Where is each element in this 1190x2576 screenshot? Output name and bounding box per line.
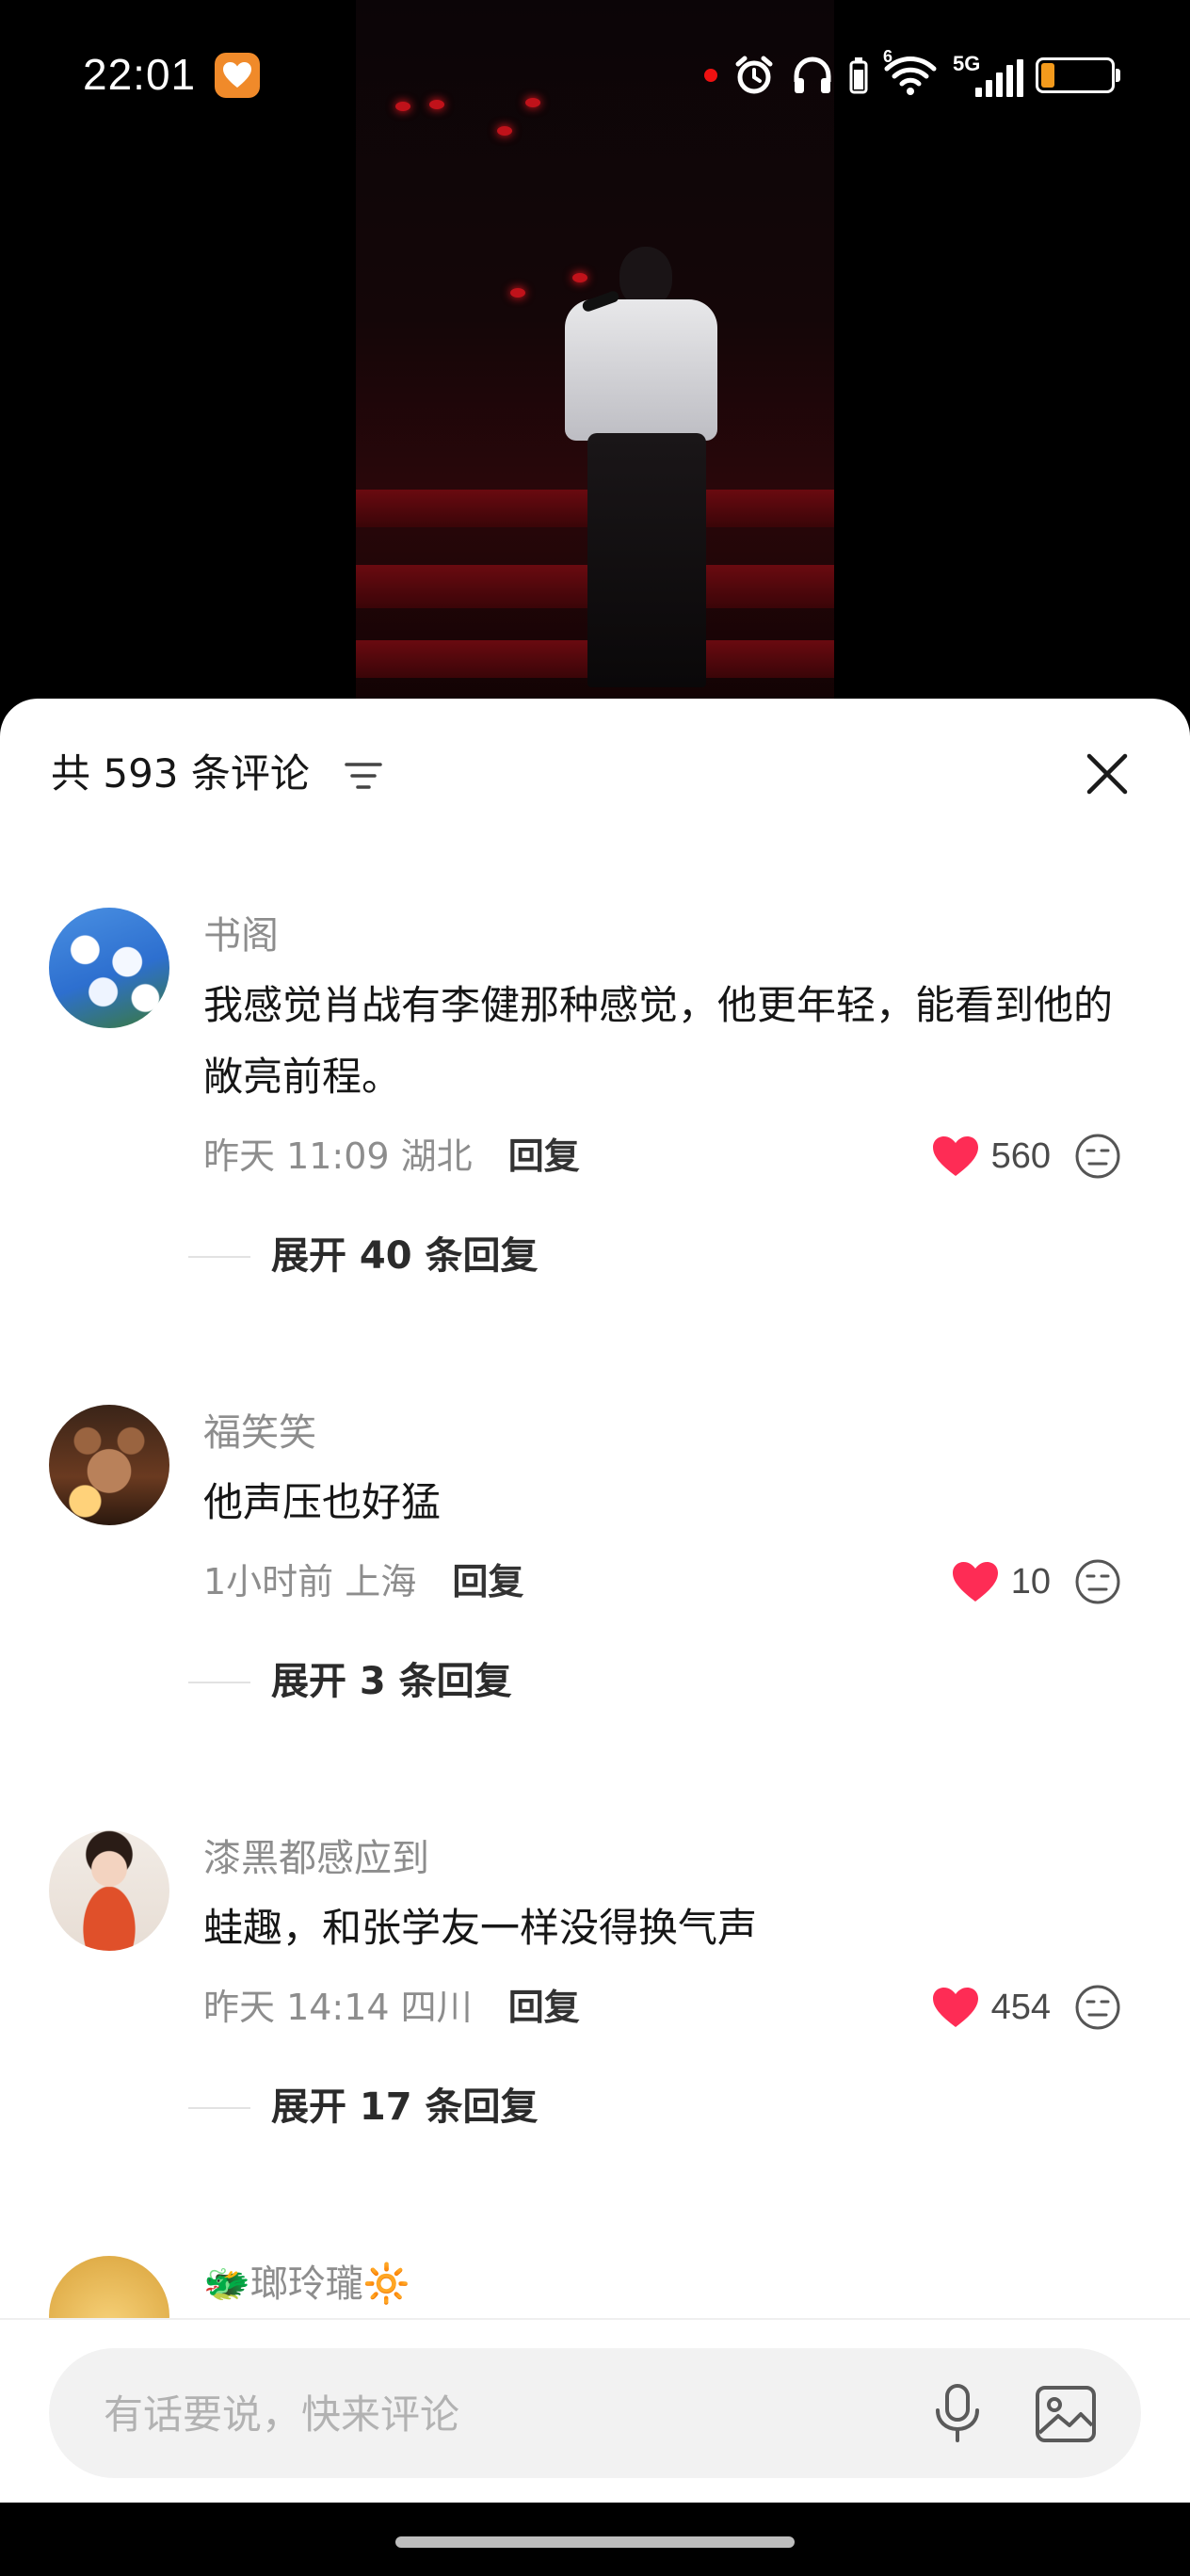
comment-list: 书阁 我感觉肖战有李健那种感觉，他更年轻，能看到他的敞亮前程。 昨天 11:09… <box>0 908 1190 2444</box>
heart-app-icon <box>215 53 260 98</box>
expand-divider <box>188 1256 250 1258</box>
status-time: 22:01 <box>83 50 197 99</box>
comment-text[interactable]: 蛙趣，和张学友一样没得换气声 <box>203 1892 1135 1964</box>
like-button[interactable]: 10 <box>951 1552 1051 1612</box>
expand-replies-button[interactable]: 展开 3 条回复 <box>188 1653 1145 1710</box>
comment-body: 漆黑都感应到 蛙趣，和张学友一样没得换气声 昨天 14:14 四川 回复 454 <box>188 1830 1145 2135</box>
battery-icon <box>1036 57 1120 93</box>
comment-username[interactable]: 🐲瑯玲瓏🔆 <box>203 2260 1145 2309</box>
comment-text[interactable]: 他声压也好猛 <box>203 1467 1135 1538</box>
comment-input[interactable] <box>102 2348 859 2480</box>
comment-meta: 昨天 14:14 四川 回复 454 <box>203 1977 1145 2037</box>
comment-body: 书阁 我感觉肖战有李健那种感觉，他更年轻，能看到他的敞亮前程。 昨天 11:09… <box>188 908 1145 1284</box>
comment-body: 🐲瑯玲瓏🔆 <box>203 2256 1145 2309</box>
emoji-reaction-icon[interactable] <box>1073 1557 1122 1606</box>
like-count: 10 <box>1010 1562 1051 1602</box>
comment-meta: 昨天 11:09 湖北 回复 560 <box>203 1126 1145 1186</box>
emoji-reaction-icon[interactable] <box>1073 1983 1122 2032</box>
close-button[interactable] <box>1073 740 1141 808</box>
status-icons: 6 5G <box>704 48 1120 102</box>
performer-skirt <box>587 433 706 687</box>
heart-icon <box>932 1136 978 1176</box>
battery-fill <box>1041 63 1054 88</box>
home-indicator[interactable] <box>395 2536 795 2548</box>
like-count: 560 <box>990 1136 1051 1176</box>
expand-replies-label: 展开 17 条回复 <box>271 2085 539 2129</box>
comment-meta: 1小时前 上海 回复 10 <box>203 1552 1145 1612</box>
reply-button[interactable]: 回复 <box>508 1977 580 2037</box>
performer-shirt <box>565 299 717 441</box>
status-bar: 22:01 6 5G <box>0 0 1190 151</box>
comment-time-location: 昨天 14:14 四川 <box>203 1987 473 2028</box>
reply-button[interactable]: 回复 <box>508 1126 580 1186</box>
comment-sheet: 共 593 条评论 书阁 我感觉肖战有李健那种感觉，他更年轻，能看到他的敞亮前程… <box>0 699 1190 2503</box>
comment-item: 福笑笑 他声压也好猛 1小时前 上海 回复 10 展开 3 条回复 <box>0 1405 1190 1830</box>
headphones-icon <box>794 56 831 93</box>
alarm-icon <box>735 56 773 94</box>
expand-replies-label: 展开 3 条回复 <box>271 1660 512 1703</box>
expand-replies-label: 展开 40 条回复 <box>271 1234 539 1278</box>
heart-icon <box>952 1562 998 1602</box>
avatar[interactable] <box>49 1830 169 1951</box>
comment-sheet-header: 共 593 条评论 <box>0 699 1190 840</box>
expand-divider <box>188 2107 250 2109</box>
close-icon <box>1086 753 1128 795</box>
comment-item: 书阁 我感觉肖战有李健那种感觉，他更年轻，能看到他的敞亮前程。 昨天 11:09… <box>0 908 1190 1405</box>
avatar[interactable] <box>49 908 169 1028</box>
wifi-icon: 6 <box>883 48 938 97</box>
like-button[interactable]: 560 <box>931 1126 1051 1186</box>
headset-battery-icon <box>849 57 868 94</box>
comment-username[interactable]: 漆黑都感应到 <box>203 1834 1145 1883</box>
image-icon[interactable] <box>1032 2380 1100 2448</box>
comment-text[interactable]: 我感觉肖战有李健那种感觉，他更年轻，能看到他的敞亮前程。 <box>203 970 1135 1113</box>
like-button[interactable]: 454 <box>931 1977 1051 2037</box>
comment-username[interactable]: 福笑笑 <box>203 1409 1145 1457</box>
stage-light <box>572 273 587 282</box>
comment-input-field[interactable] <box>49 2348 1141 2480</box>
comment-body: 福笑笑 他声压也好猛 1小时前 上海 回复 10 展开 3 条回复 <box>188 1405 1145 1710</box>
like-count: 454 <box>990 1988 1051 2027</box>
signal-icon: 5G <box>953 54 1023 97</box>
comment-username[interactable]: 书阁 <box>203 911 1145 960</box>
expand-replies-button[interactable]: 展开 17 条回复 <box>188 2079 1145 2135</box>
signal-bars <box>975 59 1023 97</box>
comment-item: 漆黑都感应到 蛙趣，和张学友一样没得换气声 昨天 14:14 四川 回复 454 <box>0 1830 1190 2256</box>
performer-head <box>619 247 672 307</box>
expand-replies-button[interactable]: 展开 40 条回复 <box>188 1228 1145 1284</box>
stage-light <box>510 288 525 298</box>
sort-icon[interactable] <box>343 757 384 795</box>
avatar[interactable] <box>49 1405 169 1525</box>
reply-button[interactable]: 回复 <box>452 1552 523 1612</box>
comment-time-location: 1小时前 上海 <box>203 1561 417 1602</box>
heart-icon <box>932 1988 978 2027</box>
comment-time-location: 昨天 11:09 湖北 <box>203 1135 473 1177</box>
comment-input-bar <box>0 2318 1190 2503</box>
emoji-reaction-icon[interactable] <box>1073 1132 1122 1181</box>
comment-count-title: 共 593 条评论 <box>51 750 310 797</box>
recording-dot <box>704 69 717 82</box>
wifi-label: 6 <box>883 47 893 66</box>
mic-icon[interactable] <box>925 2380 990 2446</box>
system-nav-bar <box>0 2503 1190 2576</box>
expand-divider <box>188 1682 250 1683</box>
